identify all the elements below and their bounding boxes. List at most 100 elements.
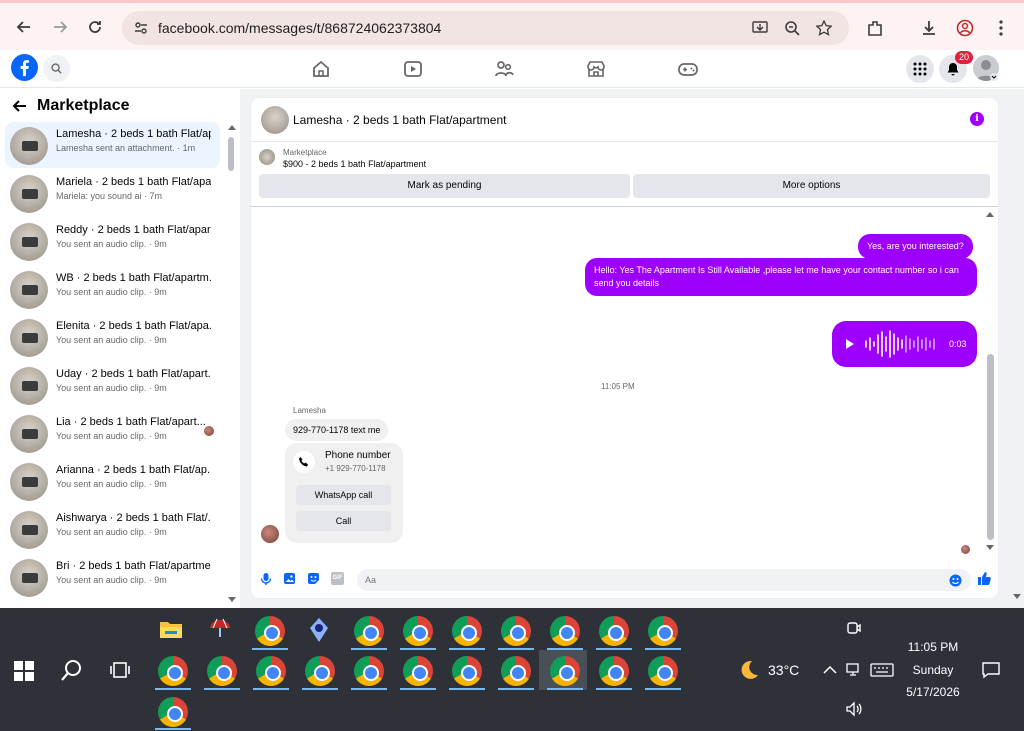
scroll-down-icon[interactable] <box>228 597 236 603</box>
chat-avatar[interactable] <box>261 106 289 134</box>
page-scroll-down-icon[interactable] <box>1013 594 1021 600</box>
reload-button[interactable] <box>81 13 109 41</box>
gif-icon[interactable]: GIF <box>331 572 344 585</box>
play-icon[interactable] <box>845 338 855 350</box>
home-icon[interactable] <box>310 58 332 80</box>
action-center-icon[interactable] <box>982 661 1000 679</box>
clock-day[interactable]: Sunday <box>900 663 966 677</box>
clock-time[interactable]: 11:05 PM <box>900 640 966 654</box>
tray-chevron-up-icon[interactable] <box>823 665 837 675</box>
chrome-window-icon[interactable] <box>354 656 384 686</box>
back-arrow-icon[interactable] <box>12 99 27 113</box>
chrome-window-icon[interactable] <box>501 656 531 686</box>
taskbar-search-icon[interactable] <box>60 658 84 682</box>
chrome-window-icon[interactable] <box>158 697 188 727</box>
chrome-window-icon[interactable] <box>550 616 580 646</box>
volume-icon[interactable] <box>845 701 863 717</box>
zoom-icon[interactable] <box>784 20 800 36</box>
app-umbrella-icon[interactable] <box>207 616 233 642</box>
call-button[interactable]: Call <box>296 511 391 531</box>
windows-start-icon[interactable] <box>14 661 34 681</box>
groups-icon[interactable] <box>493 58 515 80</box>
marketplace-icon[interactable] <box>585 58 607 80</box>
meet-now-icon[interactable] <box>846 620 862 636</box>
chrome-window-icon[interactable] <box>501 616 531 646</box>
chrome-window-icon[interactable] <box>354 616 384 646</box>
outgoing-message[interactable]: Yes, are you interested? <box>858 234 973 259</box>
more-options-button[interactable]: More options <box>633 174 990 198</box>
phone-number[interactable]: +1 929-770-1178 <box>325 464 386 473</box>
microphone-icon[interactable] <box>260 572 272 586</box>
conversation-item[interactable]: Reddy · 2 beds 1 bath Flat/apar... You se… <box>5 218 220 264</box>
conversation-item[interactable]: Lamesha · 2 beds 1 bath Flat/ap... Lamesh… <box>5 122 220 168</box>
mark-pending-button[interactable]: Mark as pending <box>259 174 630 198</box>
whatsapp-call-button[interactable]: WhatsApp call <box>296 485 391 505</box>
outgoing-message[interactable]: Hello: Yes The Apartment Is Still Availa… <box>585 258 977 296</box>
extensions-icon[interactable] <box>866 19 884 37</box>
chrome-window-icon[interactable] <box>207 656 237 686</box>
message-input[interactable] <box>357 569 971 591</box>
conversation-item[interactable]: Elenita · 2 beds 1 bath Flat/apa... You s… <box>5 314 220 360</box>
chat-scroll-up-icon[interactable] <box>986 211 994 217</box>
chat-scrollbar-thumb[interactable] <box>987 354 994 540</box>
audio-message[interactable]: 0:03 <box>832 321 977 367</box>
chrome-window-icon[interactable] <box>158 656 188 686</box>
conversation-item[interactable]: Aishwarya · 2 beds 1 bath Flat/... You se… <box>5 506 220 552</box>
chrome-window-icon[interactable] <box>255 616 285 646</box>
back-button[interactable] <box>10 13 38 41</box>
chrome-window-icon-active[interactable] <box>550 656 580 686</box>
site-info-icon[interactable] <box>134 21 148 35</box>
account-chevron-icon[interactable] <box>990 73 998 81</box>
network-icon[interactable] <box>846 662 862 678</box>
chrome-window-icon[interactable] <box>403 616 433 646</box>
active-indicator <box>302 688 338 690</box>
chrome-window-icon[interactable] <box>599 656 629 686</box>
facebook-logo-icon[interactable] <box>11 54 38 81</box>
conversation-item[interactable]: WB · 2 beds 1 bath Flat/apartm... You sen… <box>5 266 220 312</box>
weather-moon-icon[interactable] <box>737 658 761 682</box>
conversation-item[interactable]: Bri · 2 beds 1 bath Flat/apartme... You s… <box>5 554 220 600</box>
gaming-icon[interactable] <box>677 58 699 80</box>
chrome-window-icon[interactable] <box>256 656 286 686</box>
address-bar[interactable]: facebook.com/messages/t/868724062373804 <box>122 11 849 45</box>
chrome-window-icon[interactable] <box>648 616 678 646</box>
conversation-item[interactable]: Lia · 2 beds 1 bath Flat/apart... You sen… <box>5 410 220 456</box>
chrome-window-icon[interactable] <box>305 656 335 686</box>
fb-search-button[interactable] <box>43 55 70 82</box>
conversation-item[interactable]: Uday · 2 beds 1 bath Flat/apart... You se… <box>5 362 220 408</box>
chat-scroll-down-icon[interactable] <box>986 545 994 551</box>
keyboard-icon[interactable] <box>870 662 894 678</box>
chrome-window-icon[interactable] <box>452 656 482 686</box>
photo-icon[interactable] <box>283 572 296 585</box>
clock-date[interactable]: 5/17/2026 <box>900 685 966 699</box>
incoming-message[interactable]: 929-770-1178 text me <box>285 419 389 441</box>
conversation-item[interactable]: Mariela · 2 beds 1 bath Flat/apa... Marie… <box>5 170 220 216</box>
conversation-item[interactable]: Arianna · 2 beds 1 bath Flat/ap... You se… <box>5 458 220 504</box>
conversation-name: Reddy · 2 beds 1 bath Flat/apar... <box>56 224 211 236</box>
emoji-icon[interactable] <box>949 574 962 587</box>
info-icon[interactable]: i <box>970 112 984 126</box>
like-thumbs-up-icon[interactable] <box>977 571 991 586</box>
file-explorer-icon[interactable] <box>159 619 183 639</box>
chrome-window-icon[interactable] <box>452 616 482 646</box>
profile-icon[interactable] <box>956 19 974 37</box>
app-robot-icon[interactable] <box>306 616 332 644</box>
bookmark-star-icon[interactable] <box>816 20 832 36</box>
menu-dots-icon[interactable] <box>992 19 1010 37</box>
install-app-icon[interactable] <box>752 20 768 36</box>
sender-avatar[interactable] <box>261 525 279 543</box>
chrome-window-icon[interactable] <box>648 656 678 686</box>
sticker-icon[interactable] <box>307 572 320 585</box>
scroll-up-icon[interactable] <box>228 124 236 130</box>
task-view-icon[interactable] <box>110 660 130 680</box>
menu-grid-button[interactable] <box>906 55 934 83</box>
chat-title[interactable]: Lamesha · 2 beds 1 bath Flat/apartment <box>293 113 506 127</box>
chrome-window-icon[interactable] <box>403 656 433 686</box>
video-icon[interactable] <box>402 58 424 80</box>
conversation-preview: You sent an audio clip. · 9m <box>56 239 167 249</box>
temperature[interactable]: 33°C <box>768 662 799 678</box>
downloads-icon[interactable] <box>920 19 938 37</box>
forward-button[interactable] <box>46 13 74 41</box>
chrome-window-icon[interactable] <box>599 616 629 646</box>
sidebar-scrollbar-thumb[interactable] <box>228 137 234 171</box>
